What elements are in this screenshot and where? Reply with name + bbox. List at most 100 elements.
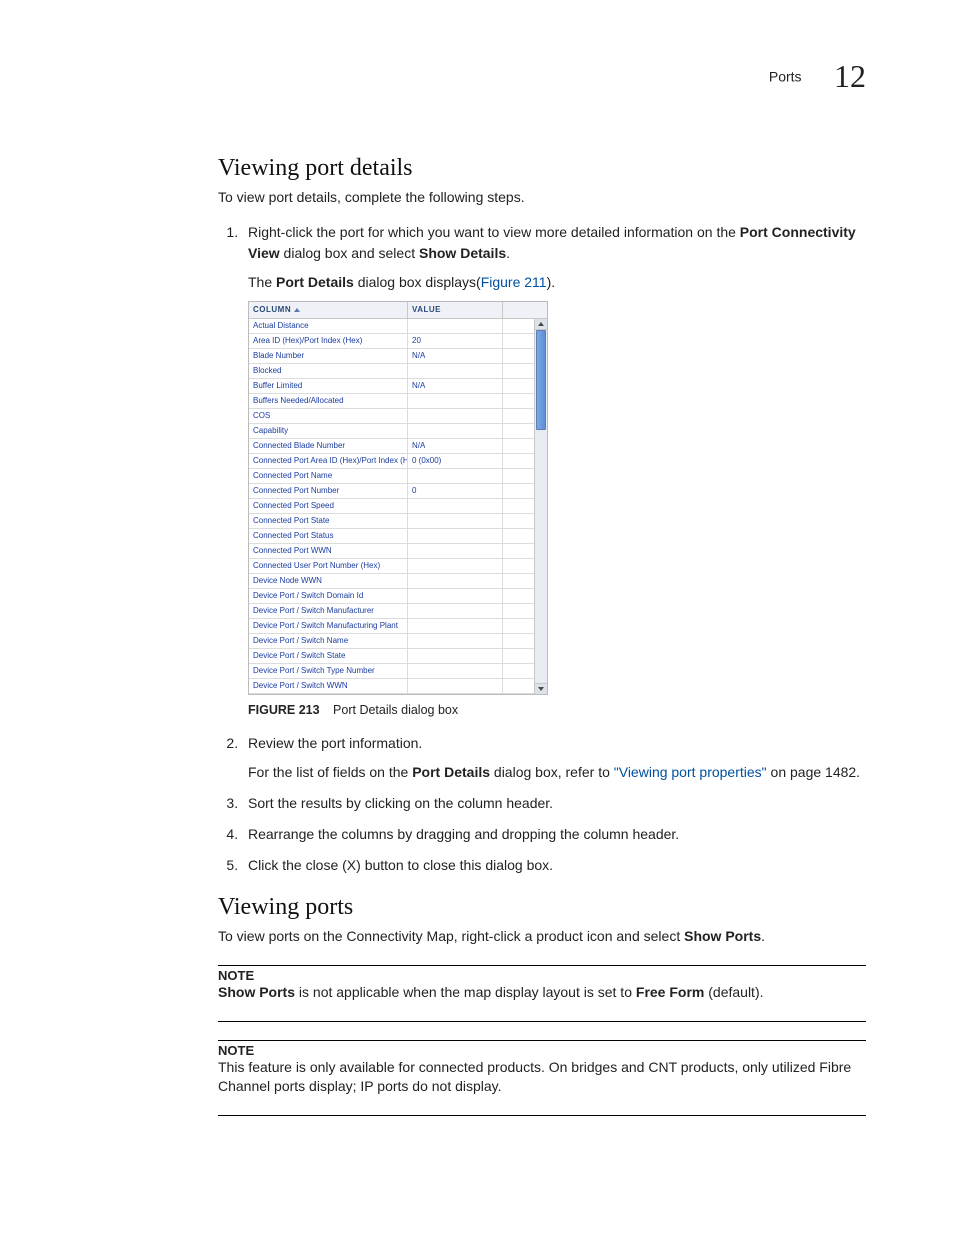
row-spacer bbox=[503, 619, 534, 633]
scroll-thumb[interactable] bbox=[536, 330, 546, 430]
step-3: Sort the results by clicking on the colu… bbox=[242, 793, 866, 814]
table-row[interactable]: Connected Blade NumberN/A bbox=[249, 439, 534, 454]
row-property-value: N/A bbox=[408, 439, 503, 453]
note1-c: Free Form bbox=[636, 984, 704, 1000]
step1-bold-show-details: Show Details bbox=[419, 245, 506, 261]
figure-header-row: COLUMN VALUE bbox=[249, 302, 547, 319]
table-row[interactable]: Connected User Port Number (Hex) bbox=[249, 559, 534, 574]
table-row[interactable]: Connected Port Speed bbox=[249, 499, 534, 514]
row-property-name: Device Port / Switch Manufacturing Plant bbox=[249, 619, 408, 633]
column-header-column[interactable]: COLUMN bbox=[249, 302, 408, 318]
scroll-down-button[interactable] bbox=[535, 683, 547, 694]
note1-b: is not applicable when the map display l… bbox=[295, 984, 636, 1000]
figure-caption-text: Port Details dialog box bbox=[333, 703, 458, 717]
table-row[interactable]: Actual Distance bbox=[249, 319, 534, 334]
row-property-value: 0 bbox=[408, 484, 503, 498]
step-4: Rearrange the columns by dragging and dr… bbox=[242, 824, 866, 845]
note-label-1: NOTE bbox=[218, 968, 866, 983]
step1-sub-a: The bbox=[248, 274, 276, 290]
row-property-name: Device Port / Switch Manufacturer bbox=[249, 604, 408, 618]
section-title-viewing-ports: Viewing ports bbox=[88, 894, 866, 921]
scroll-track[interactable] bbox=[535, 330, 547, 683]
row-property-value bbox=[408, 559, 503, 573]
row-property-value: 0 (0x00) bbox=[408, 454, 503, 468]
row-spacer bbox=[503, 439, 534, 453]
steps-list: Right-click the port for which you want … bbox=[218, 222, 866, 877]
scroll-up-button[interactable] bbox=[535, 319, 547, 330]
chevron-up-icon bbox=[538, 322, 544, 326]
row-property-name: Device Port / Switch Type Number bbox=[249, 664, 408, 678]
row-spacer bbox=[503, 454, 534, 468]
step1-sub-b: Port Details bbox=[276, 274, 354, 290]
row-spacer bbox=[503, 679, 534, 693]
table-row[interactable]: Connected Port Name bbox=[249, 469, 534, 484]
row-property-value bbox=[408, 604, 503, 618]
row-spacer bbox=[503, 604, 534, 618]
row-property-value: 20 bbox=[408, 334, 503, 348]
row-spacer bbox=[503, 529, 534, 543]
row-spacer bbox=[503, 514, 534, 528]
row-property-value bbox=[408, 409, 503, 423]
row-property-name: Blocked bbox=[249, 364, 408, 378]
column-header-label: COLUMN bbox=[253, 304, 291, 316]
step1-text-e: . bbox=[506, 245, 510, 261]
figure-211-link[interactable]: Figure 211 bbox=[481, 274, 547, 290]
table-row[interactable]: Connected Port Status bbox=[249, 529, 534, 544]
table-row[interactable]: Buffers Needed/Allocated bbox=[249, 394, 534, 409]
row-property-name: Device Port / Switch State bbox=[249, 649, 408, 663]
table-row[interactable]: Buffer LimitedN/A bbox=[249, 379, 534, 394]
table-row[interactable]: Connected Port WWN bbox=[249, 544, 534, 559]
header-section-label: Ports bbox=[769, 69, 802, 85]
note-body-2: This feature is only available for conne… bbox=[218, 1058, 866, 1097]
table-row[interactable]: Blocked bbox=[249, 364, 534, 379]
row-spacer bbox=[503, 469, 534, 483]
table-row[interactable]: Device Port / Switch WWN bbox=[249, 679, 534, 694]
row-property-name: Connected Port WWN bbox=[249, 544, 408, 558]
table-row[interactable]: Device Port / Switch Manufacturer bbox=[249, 604, 534, 619]
column-header-value[interactable]: VALUE bbox=[408, 302, 503, 318]
note-divider-1 bbox=[218, 965, 866, 966]
note-label-2: NOTE bbox=[218, 1043, 866, 1058]
table-row[interactable]: Device Port / Switch Name bbox=[249, 634, 534, 649]
row-property-name: Buffers Needed/Allocated bbox=[249, 394, 408, 408]
chevron-down-icon bbox=[538, 687, 544, 691]
row-property-name: Device Port / Switch WWN bbox=[249, 679, 408, 693]
table-row[interactable]: Device Port / Switch Type Number bbox=[249, 664, 534, 679]
note1-d: (default). bbox=[704, 984, 763, 1000]
row-property-value bbox=[408, 514, 503, 528]
row-property-value bbox=[408, 634, 503, 648]
port-details-dialog-figure: COLUMN VALUE Actual DistanceArea ID (Hex… bbox=[248, 301, 548, 695]
table-row[interactable]: Area ID (Hex)/Port Index (Hex)20 bbox=[249, 334, 534, 349]
row-property-value bbox=[408, 574, 503, 588]
table-row[interactable]: Device Port / Switch Domain Id bbox=[249, 589, 534, 604]
row-spacer bbox=[503, 394, 534, 408]
table-row[interactable]: Device Port / Switch State bbox=[249, 649, 534, 664]
chapter-number: 12 bbox=[834, 58, 866, 94]
row-property-value bbox=[408, 619, 503, 633]
table-row[interactable]: Device Node WWN bbox=[249, 574, 534, 589]
table-row[interactable]: COS bbox=[249, 409, 534, 424]
row-property-name: Blade Number bbox=[249, 349, 408, 363]
viewing-port-properties-link[interactable]: "Viewing port properties" bbox=[614, 764, 767, 780]
row-spacer bbox=[503, 559, 534, 573]
figure-scrollbar[interactable] bbox=[534, 319, 547, 694]
table-row[interactable]: Connected Port Area ID (Hex)/Port Index … bbox=[249, 454, 534, 469]
step1-sub-d: ). bbox=[547, 274, 556, 290]
table-row[interactable]: Connected Port Number0 bbox=[249, 484, 534, 499]
viewing-ports-lead: To view ports on the Connectivity Map, r… bbox=[218, 927, 866, 947]
row-spacer bbox=[503, 664, 534, 678]
row-property-value bbox=[408, 469, 503, 483]
page: Ports 12 Viewing port details To view po… bbox=[0, 0, 954, 1235]
step2-sub-d: on page 1482. bbox=[767, 764, 860, 780]
step-5: Click the close (X) button to close this… bbox=[242, 855, 866, 876]
step2-sub-c: dialog box, refer to bbox=[490, 764, 614, 780]
row-spacer bbox=[503, 409, 534, 423]
table-row[interactable]: Blade NumberN/A bbox=[249, 349, 534, 364]
table-row[interactable]: Device Port / Switch Manufacturing Plant bbox=[249, 619, 534, 634]
table-row[interactable]: Connected Port State bbox=[249, 514, 534, 529]
row-spacer bbox=[503, 574, 534, 588]
row-property-value bbox=[408, 664, 503, 678]
table-row[interactable]: Capability bbox=[249, 424, 534, 439]
row-property-name: Connected Port State bbox=[249, 514, 408, 528]
row-property-name: Connected Port Area ID (Hex)/Port Index … bbox=[249, 454, 408, 468]
